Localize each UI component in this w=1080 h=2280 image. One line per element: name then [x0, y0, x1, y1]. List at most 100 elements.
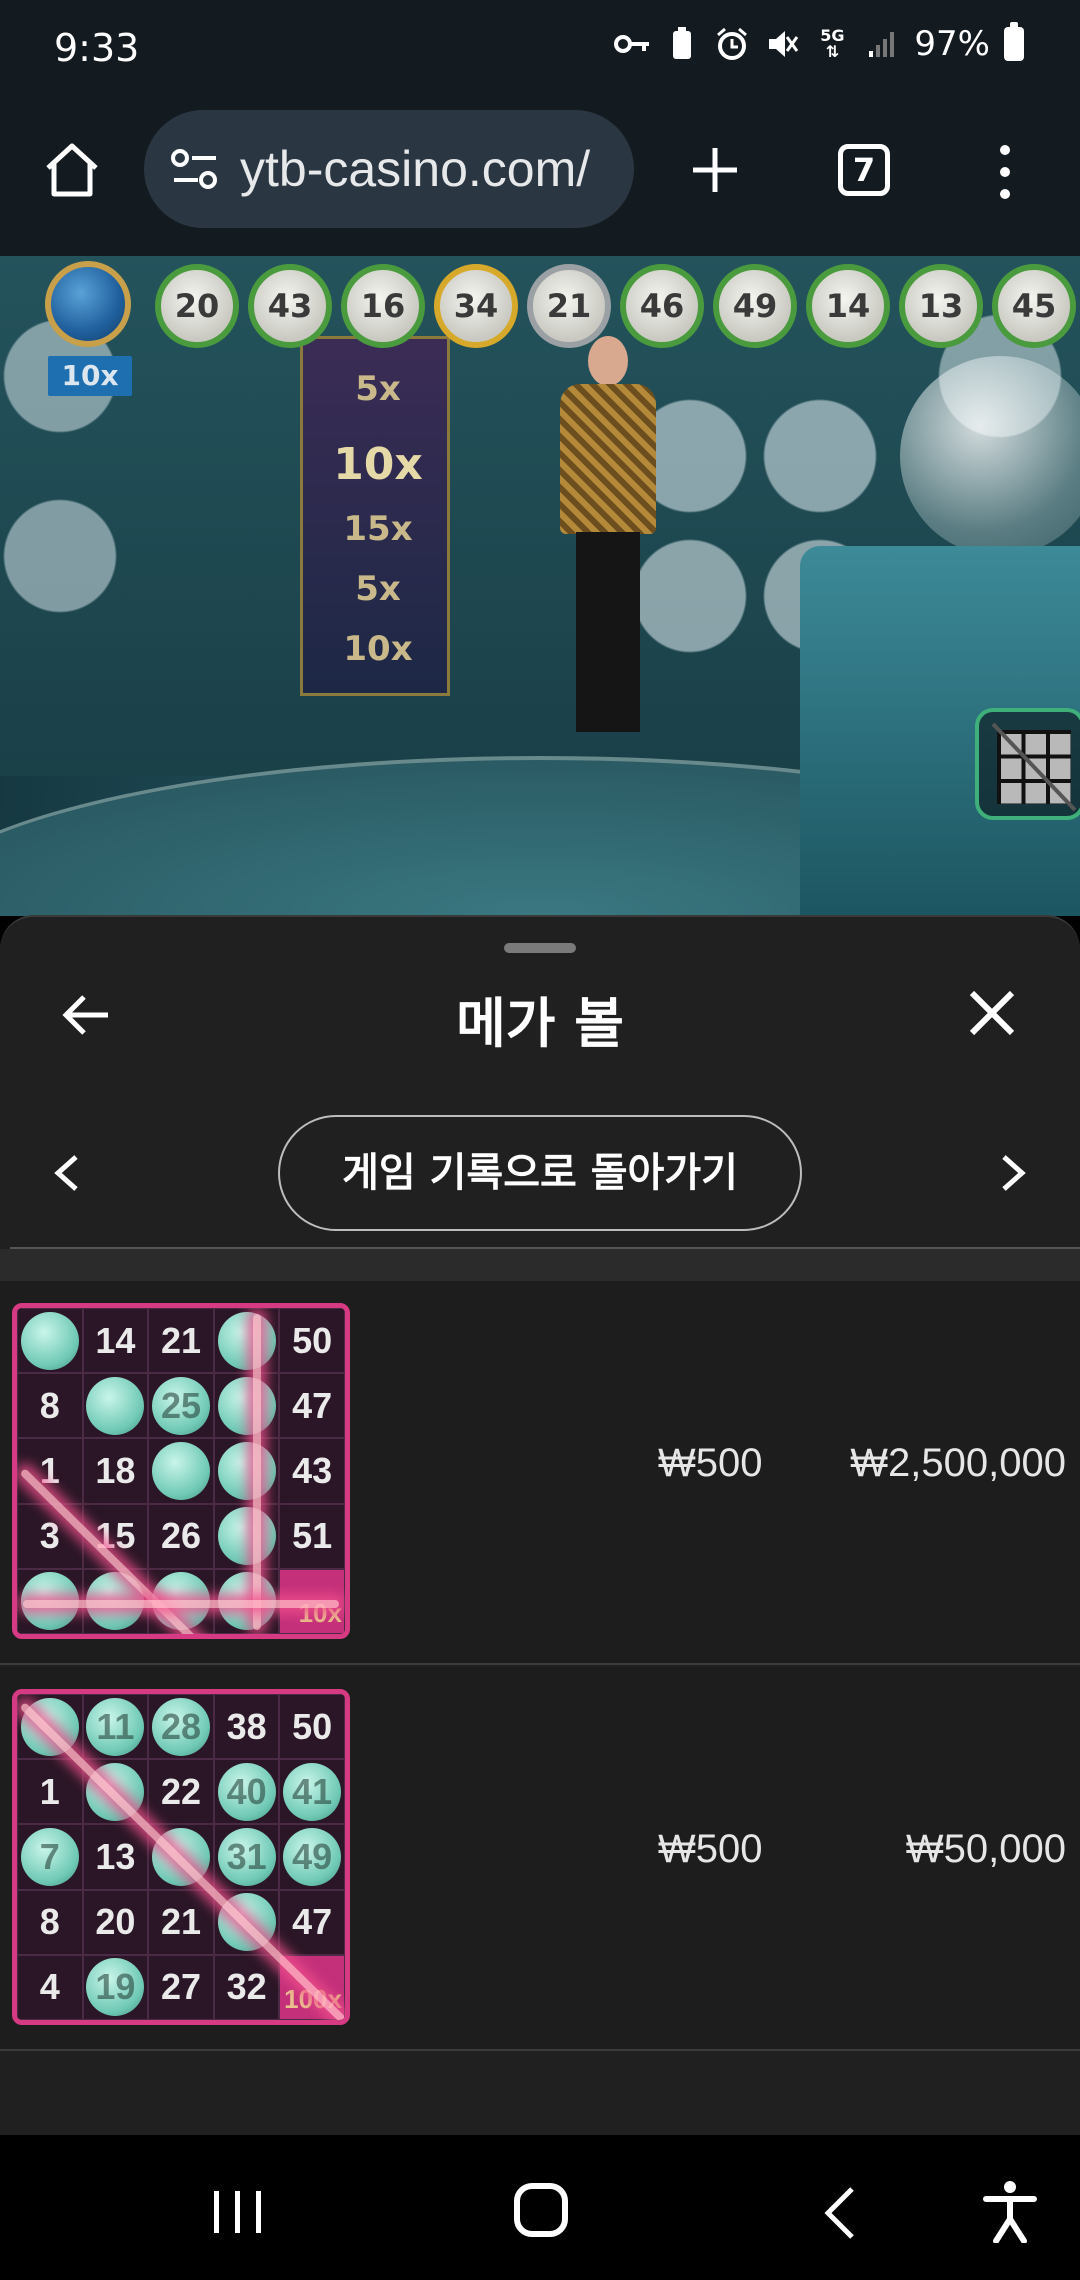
next-round-icon[interactable]	[996, 1145, 1032, 1201]
bingo-card-toggle-button[interactable]	[975, 708, 1080, 820]
browser-toolbar: ytb-casino.com/ 7	[0, 100, 1080, 256]
drawn-ball: 45	[992, 264, 1076, 348]
card-cell: 43	[279, 1438, 345, 1504]
url-text[interactable]: ytb-casino.com/	[240, 140, 610, 198]
bet-amount: ₩500	[658, 1441, 763, 1485]
card-cell: 4	[17, 1954, 83, 2020]
card-cell	[213, 1373, 280, 1439]
card-cell: 25	[148, 1373, 214, 1439]
game-history-sheet: 메가 볼 게임 기록으로 돌아가기 14 21 50 8 25 47 1 18 43 3 15 26 5…	[0, 915, 1080, 2135]
signal-icon	[864, 24, 900, 64]
card-cell: 19	[82, 1954, 149, 2020]
new-tab-icon[interactable]	[683, 138, 747, 202]
card-cell	[213, 1438, 280, 1504]
marked-ball: 41	[283, 1762, 342, 1821]
previous-round-icon[interactable]	[48, 1145, 84, 1201]
marked-ball	[86, 1376, 145, 1435]
network-5g-icon: 5G ⇅	[814, 24, 850, 64]
mega-ball-icon	[45, 261, 131, 347]
status-bar: 9:33 5G ⇅ 97%	[0, 0, 1080, 100]
drawn-ball: 46	[620, 264, 704, 348]
site-settings-icon[interactable]	[170, 148, 220, 192]
system-navigation-bar	[0, 2135, 1080, 2280]
marked-ball	[217, 1441, 276, 1500]
list-header-faded	[0, 1249, 1080, 1281]
wheel-label: 10x	[333, 439, 423, 490]
card-cell: 38	[213, 1694, 280, 1760]
marked-ball: 19	[86, 1958, 145, 2017]
card-cell: 28	[148, 1694, 214, 1760]
card-cell: 26	[148, 1503, 214, 1569]
accessibility-icon[interactable]	[980, 2179, 1040, 2244]
marked-ball	[20, 1311, 79, 1370]
tab-switcher-button[interactable]: 7	[838, 144, 890, 196]
marked-ball: 49	[283, 1827, 342, 1886]
drawn-ball: 14	[806, 264, 890, 348]
winning-line	[23, 1600, 339, 1608]
card-cell: 20	[82, 1889, 149, 1955]
card-cell	[17, 1308, 83, 1374]
bingo-card: 11 28 38 50 1 22 40 41 7 13 31 49 8 20 21 47 4 19 27 32 100x	[12, 1689, 350, 2025]
card-cell: 21	[148, 1308, 214, 1374]
marked-ball: 31	[217, 1827, 276, 1886]
card-cell: 27	[148, 1954, 214, 2020]
card-cell: 47	[279, 1373, 345, 1439]
back-to-history-button[interactable]: 게임 기록으로 돌아가기	[278, 1115, 802, 1231]
card-cell: 50	[279, 1694, 345, 1760]
wheel-label: 5x	[355, 569, 401, 609]
card-cell: 32	[213, 1954, 280, 2020]
card-cell: 49	[279, 1824, 345, 1890]
card-cell: 8	[17, 1373, 83, 1439]
card-cell: 41	[279, 1759, 345, 1825]
win-amount: ₩50,000	[905, 1827, 1066, 1871]
drawn-balls-strip: 10x 20 43 16 34 21 46 49 14 13 45	[0, 256, 1080, 396]
home-button-icon[interactable]	[514, 2183, 568, 2237]
bingo-card: 14 21 50 8 25 47 1 18 43 3 15 26 51 10x	[12, 1303, 350, 1639]
alarm-icon	[714, 24, 750, 64]
card-cell: 1	[17, 1759, 83, 1825]
card-cell: 3	[17, 1503, 83, 1569]
card-cell: 18	[82, 1438, 149, 1504]
home-icon[interactable]	[40, 138, 104, 202]
wheel-label: 15x	[343, 509, 413, 549]
status-icons: 5G ⇅ 97%	[614, 22, 1024, 64]
card-cell: 11	[82, 1694, 149, 1760]
marked-ball: 7	[20, 1827, 79, 1886]
back-icon[interactable]	[820, 2183, 860, 2243]
more-menu-icon[interactable]	[990, 140, 1020, 204]
drawn-ball: 21	[527, 264, 611, 348]
card-cell: 47	[279, 1889, 345, 1955]
sheet-title: 메가 볼	[456, 992, 624, 1055]
list-item: 11 28 38 50 1 22 40 41 7 13 31 49 8 20 21 47 4 19 27 32 100x…	[0, 1667, 1080, 2051]
marked-ball: 25	[151, 1376, 210, 1435]
card-cell: 31	[213, 1824, 280, 1890]
marked-ball: 11	[86, 1697, 145, 1756]
game-host	[540, 336, 670, 756]
marked-ball	[217, 1311, 276, 1370]
winning-line	[253, 1314, 261, 1630]
list-item: 14 21 50 8 25 47 1 18 43 3 15 26 51 10x ₩500 ₩2,500,0…	[0, 1281, 1080, 1665]
card-cell: 22	[148, 1759, 214, 1825]
marked-ball: 40	[217, 1762, 276, 1821]
card-cell: 21	[148, 1889, 214, 1955]
drawn-ball: 16	[341, 264, 425, 348]
recent-apps-icon[interactable]	[210, 2187, 266, 2237]
marked-ball: 28	[151, 1697, 210, 1756]
card-cell	[82, 1373, 149, 1439]
multiplier-wheel: 5x 10x 15x 5x 10x	[300, 336, 450, 696]
drawn-ball: 13	[899, 264, 983, 348]
data-arrows-icon: ⇅	[825, 42, 840, 61]
bet-amount: ₩500	[658, 1827, 763, 1871]
win-amount: ₩2,500,000	[850, 1441, 1066, 1485]
card-grid: 14 21 50 8 25 47 1 18 43 3 15 26 51 10x	[17, 1308, 345, 1634]
close-icon[interactable]	[966, 987, 1018, 1039]
card-cell: 8	[17, 1889, 83, 1955]
drag-handle[interactable]	[504, 943, 576, 953]
address-bar[interactable]: ytb-casino.com/	[144, 110, 634, 228]
mega-multiplier: 10x	[48, 356, 132, 396]
marked-ball	[217, 1507, 276, 1566]
status-time: 9:33	[54, 26, 140, 70]
slash-icon	[991, 722, 1077, 812]
host-legs	[576, 532, 640, 732]
card-cell	[148, 1438, 214, 1504]
